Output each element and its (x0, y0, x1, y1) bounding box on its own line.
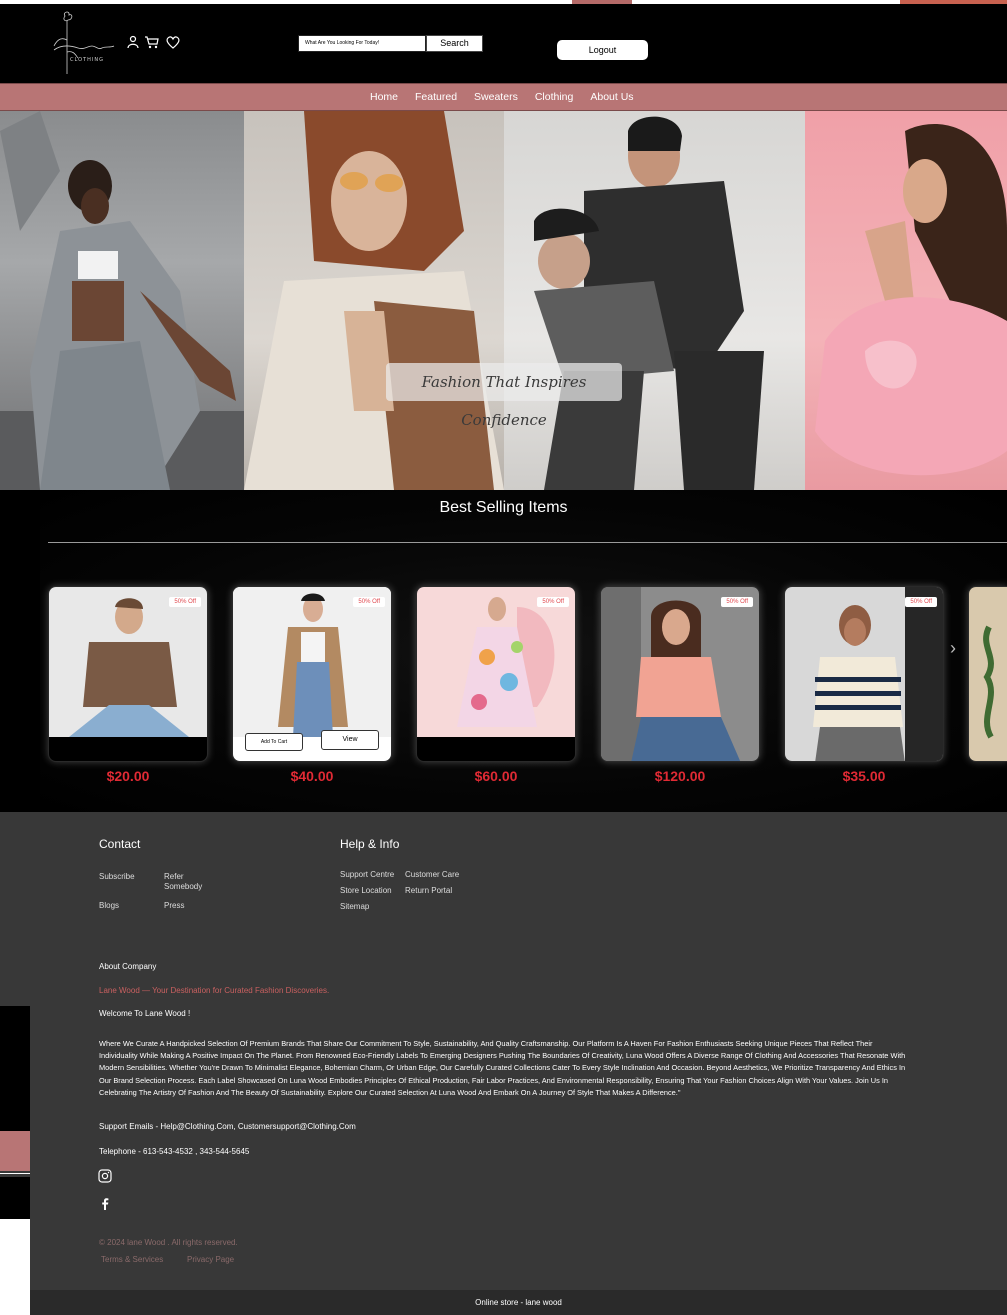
terms-link[interactable]: Terms & Services (101, 1255, 163, 1264)
footer-contact-heading: Contact (99, 837, 141, 851)
nav-item-featured[interactable]: Featured (415, 84, 466, 112)
search-button[interactable]: Search (426, 35, 483, 52)
product-price: $40.00 (290, 768, 334, 784)
product-card[interactable] (968, 586, 1007, 762)
footer-bottom-bar: Online store - lane wood (30, 1290, 1007, 1315)
privacy-link[interactable]: Privacy Page (187, 1255, 234, 1264)
overlay-fragment (0, 1219, 30, 1315)
product-card[interactable]: 50% Off Add To Cart View (232, 586, 392, 762)
footer-link-refer[interactable]: Refer Somebody (164, 872, 214, 892)
footer-link-store-location[interactable]: Store Location (340, 886, 392, 896)
hero-photo-woman-pink-dress (805, 111, 1007, 490)
discount-badge: 50% Off (169, 597, 201, 607)
support-emails: Support Emails - Help@Clothing.Com, Cust… (99, 1122, 356, 1131)
footer-link-press[interactable]: Press (164, 901, 184, 911)
section-divider (48, 542, 1007, 543)
add-to-cart-button[interactable]: Add To Cart (245, 733, 303, 751)
carousel-next-icon[interactable]: › (950, 638, 956, 659)
footer-link-return-portal[interactable]: Return Portal (405, 886, 452, 896)
about-tagline: Lane Wood — Your Destination for Curated… (99, 986, 330, 995)
instagram-icon[interactable] (98, 1169, 112, 1183)
discount-badge: 50% Off (537, 597, 569, 607)
telephone: Telephone - 613-543-4532 , 343-544-5645 (99, 1147, 250, 1156)
view-button[interactable]: View (321, 730, 379, 750)
site-header: CLOTHING What Are You Looking For Today!… (0, 4, 1007, 83)
product-image (417, 587, 575, 737)
heart-icon[interactable] (165, 34, 181, 50)
site-footer: Contact Help & Info Subscribe Refer Some… (0, 812, 1007, 1290)
product-image (785, 587, 943, 761)
overlay-fragment (0, 1006, 30, 1131)
main-nav: Home Featured Sweaters Clothing About Us (0, 83, 1007, 111)
discount-badge: 50% Off (905, 597, 937, 607)
product-card[interactable]: 50% Off (48, 586, 208, 762)
hero-photo-woman-grey-suit (0, 111, 244, 490)
product-price: $20.00 (106, 768, 150, 784)
about-paragraph: Where We Curate A Handpicked Selection O… (99, 1039, 906, 1097)
discount-badge: 50% Off (721, 597, 753, 607)
product-price: $35.00 (842, 768, 886, 784)
footer-link-support-centre[interactable]: Support Centre (340, 870, 394, 880)
nav-item-clothing[interactable]: Clothing (535, 84, 583, 112)
about-heading: About Company (99, 962, 157, 971)
cart-icon[interactable] (144, 34, 160, 50)
product-image (969, 587, 1007, 761)
product-price: $60.00 (474, 768, 518, 784)
nav-item-about-us[interactable]: About Us (590, 84, 642, 112)
product-card[interactable]: 50% Off (416, 586, 576, 762)
footer-link-blogs[interactable]: Blogs (99, 901, 119, 911)
facebook-icon[interactable] (98, 1197, 112, 1211)
overlay-fragment (0, 1173, 30, 1174)
best-selling-section: Best Selling Items 50% Off $20.00 50% Of… (0, 490, 1007, 812)
about-welcome: Welcome To Lane Wood ! (99, 1009, 191, 1018)
product-image (49, 587, 207, 737)
hero-tagline: Fashion That Inspires Confidence (386, 363, 622, 429)
overlay-fragment (0, 1131, 30, 1171)
hero-photo-two-men-laughing (504, 111, 805, 490)
footer-help-heading: Help & Info (340, 837, 400, 851)
section-title: Best Selling Items (439, 499, 568, 516)
copyright: © 2024 lane Wood . All rights reserved. (99, 1238, 238, 1247)
discount-badge: 50% Off (353, 597, 385, 607)
svg-text:CLOTHING: CLOTHING (70, 57, 104, 63)
nav-item-home[interactable]: Home (370, 84, 407, 112)
brand-logo[interactable]: CLOTHING (48, 10, 118, 76)
logout-button[interactable]: Logout (557, 40, 648, 60)
product-card[interactable]: 50% Off (600, 586, 760, 762)
nav-item-sweaters[interactable]: Sweaters (474, 84, 527, 112)
product-card[interactable]: 50% Off (784, 586, 944, 762)
product-image (233, 587, 391, 737)
overlay-fragment (0, 1177, 30, 1219)
user-icon[interactable] (125, 34, 141, 50)
search-input[interactable]: What Are You Looking For Today! (298, 35, 426, 52)
footer-link-sitemap[interactable]: Sitemap (340, 902, 369, 912)
product-image (601, 587, 759, 761)
footer-link-customer-care[interactable]: Customer Care (405, 870, 459, 880)
product-price: $120.00 (654, 768, 706, 784)
hero-banner: Fashion That Inspires Confidence (0, 111, 1007, 490)
footer-link-subscribe[interactable]: Subscribe (99, 872, 135, 882)
